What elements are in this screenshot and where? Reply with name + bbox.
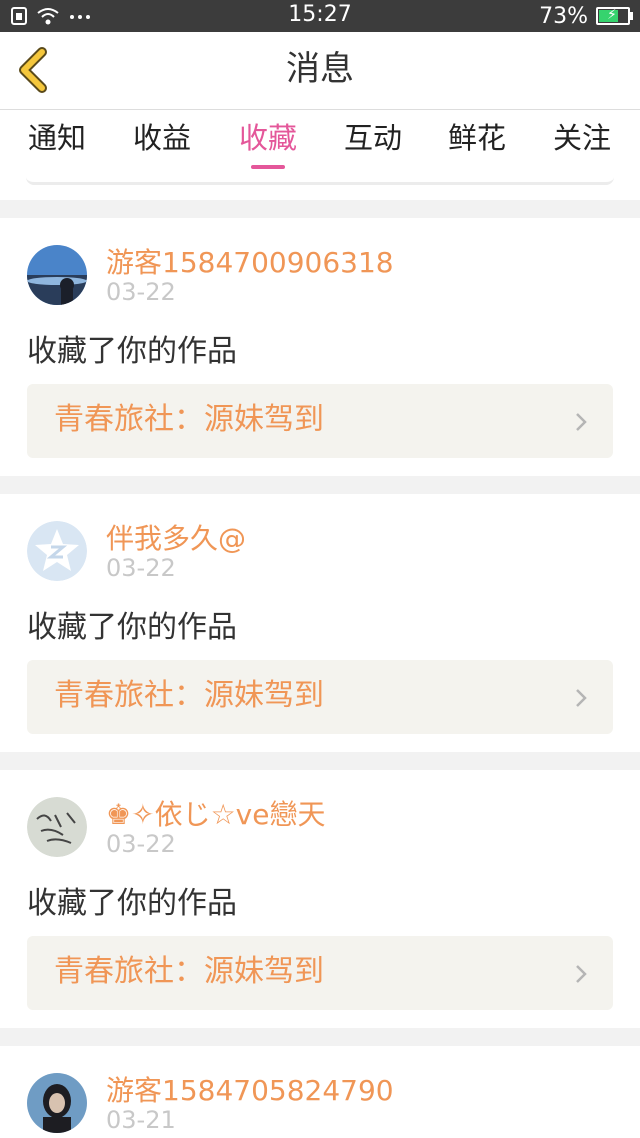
work-title: 青春旅社：源妹驾到	[54, 954, 324, 989]
username[interactable]: 伴我多久@	[106, 517, 246, 557]
status-bar: 15:27 73% ⚡	[0, 0, 640, 32]
photo-avatar-portrait	[27, 1073, 87, 1133]
message-text: 收藏了你的作品	[27, 610, 237, 645]
message-date: 03-22	[106, 830, 176, 858]
message-card: 伴我多久@ 03-22 收藏了你的作品 青春旅社：源妹驾到	[0, 494, 640, 752]
photo-avatar-landscape	[27, 245, 87, 305]
work-link[interactable]: 青春旅社：源妹驾到	[27, 936, 613, 1010]
charging-bolt-icon: ⚡	[607, 7, 617, 23]
tab-interactions[interactable]: 互动	[333, 118, 413, 158]
avatar[interactable]	[27, 797, 87, 857]
message-date: 03-21	[106, 1106, 176, 1134]
tab-divider	[26, 174, 614, 185]
message-date: 03-22	[106, 554, 176, 582]
username[interactable]: 游客1584705824790	[106, 1069, 394, 1109]
work-link[interactable]: 青春旅社：源妹驾到	[27, 384, 613, 458]
message-card: ♚✧依じ☆ve戀天 03-22 收藏了你的作品 青春旅社：源妹驾到	[0, 770, 640, 1028]
default-star-avatar	[27, 521, 87, 581]
username[interactable]: 游客1584700906318	[106, 241, 394, 281]
tab-favorites[interactable]: 收藏	[228, 118, 308, 158]
message-text: 收藏了你的作品	[27, 886, 237, 921]
message-text: 收藏了你的作品	[27, 334, 237, 369]
navigation-header: 消息	[0, 32, 640, 110]
handwriting-avatar	[27, 797, 87, 857]
chevron-right-icon	[576, 413, 587, 431]
tab-following[interactable]: 关注	[542, 118, 622, 158]
work-link[interactable]: 青春旅社：源妹驾到	[27, 660, 613, 734]
tab-notifications[interactable]: 通知	[17, 118, 97, 158]
message-date: 03-22	[106, 278, 176, 306]
message-card: 游客1584705824790 03-21	[0, 1046, 640, 1138]
battery-icon: ⚡	[596, 7, 633, 25]
chevron-right-icon	[576, 689, 587, 707]
category-tabs: 通知 收益 收藏 互动 鲜花 关注	[0, 110, 640, 200]
work-title: 青春旅社：源妹驾到	[54, 678, 324, 713]
avatar[interactable]	[27, 1073, 87, 1133]
active-tab-indicator	[251, 165, 285, 169]
avatar[interactable]	[27, 521, 87, 581]
message-card: 游客1584700906318 03-22 收藏了你的作品 青春旅社：源妹驾到	[0, 218, 640, 476]
status-right: 73% ⚡	[539, 0, 633, 32]
page-title: 消息	[286, 49, 354, 89]
tab-flowers[interactable]: 鲜花	[437, 118, 517, 158]
battery-percent: 73%	[539, 3, 588, 29]
work-title: 青春旅社：源妹驾到	[54, 402, 324, 437]
tab-earnings[interactable]: 收益	[122, 118, 202, 158]
avatar[interactable]	[27, 245, 87, 305]
chevron-right-icon	[576, 965, 587, 983]
username[interactable]: ♚✧依じ☆ve戀天	[106, 793, 325, 833]
